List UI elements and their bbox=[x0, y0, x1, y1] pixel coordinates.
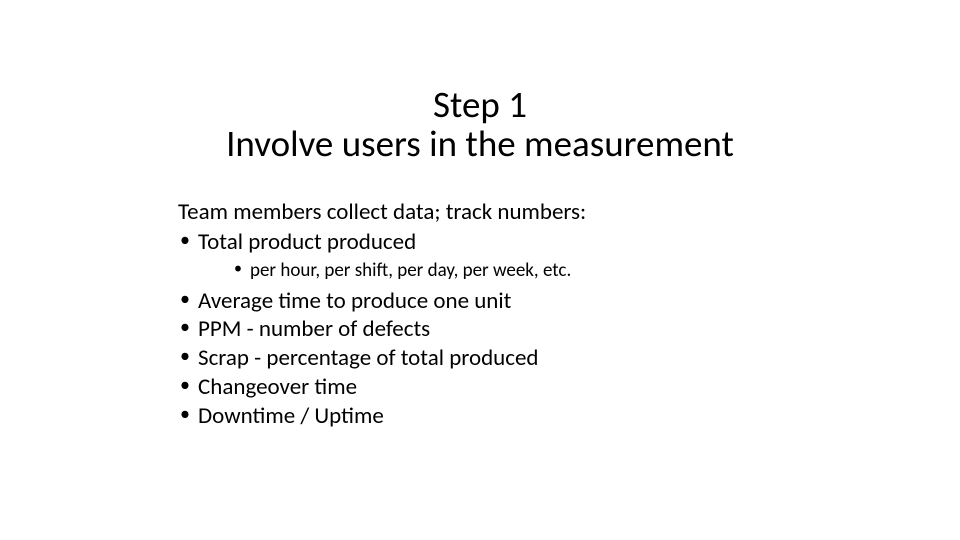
title-line-2: Involve users in the measurement bbox=[0, 125, 960, 164]
list-item-text: Average time to produce one unit bbox=[198, 287, 511, 315]
list-item-text: PPM - number of defects bbox=[198, 315, 430, 343]
title-line-1: Step 1 bbox=[0, 86, 960, 125]
slide-body: Team members collect data; track numbers… bbox=[178, 198, 798, 430]
list-item: Changeover time bbox=[178, 373, 798, 402]
list-item-text: Total product produced bbox=[198, 228, 416, 256]
list-item: Average time to produce one unit bbox=[178, 287, 798, 316]
body-intro: Team members collect data; track numbers… bbox=[178, 198, 798, 226]
list-item: PPM - number of defects bbox=[178, 315, 798, 344]
sub-list-item-text: per hour, per shift, per day, per week, … bbox=[250, 259, 571, 282]
list-item: Total product produced per hour, per shi… bbox=[178, 228, 798, 283]
bullet-list: Total product produced per hour, per shi… bbox=[178, 228, 798, 430]
list-item-text: Scrap - percentage of total produced bbox=[198, 344, 539, 372]
slide-title: Step 1 Involve users in the measurement bbox=[0, 86, 960, 164]
list-item-text: Downtime / Uptime bbox=[198, 402, 384, 430]
list-item-text: Changeover time bbox=[198, 373, 357, 401]
list-item: Scrap - percentage of total produced bbox=[178, 344, 798, 373]
sub-bullet-list: per hour, per shift, per day, per week, … bbox=[198, 259, 798, 283]
sub-list-item: per hour, per shift, per day, per week, … bbox=[234, 259, 798, 283]
slide: Step 1 Involve users in the measurement … bbox=[0, 0, 960, 540]
list-item: Downtime / Uptime bbox=[178, 402, 798, 431]
